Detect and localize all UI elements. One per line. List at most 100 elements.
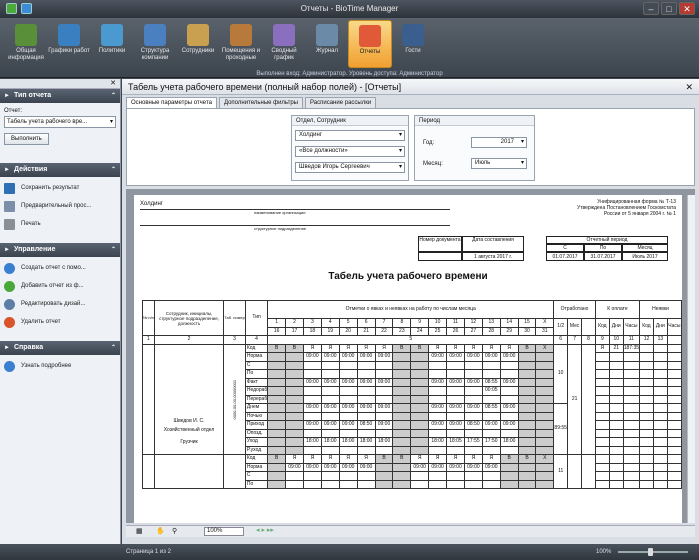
collapse-icon[interactable]: ⌃	[111, 89, 116, 103]
day-value: В	[267, 343, 287, 353]
report-type-header[interactable]: ► Тип отчета ⌃	[0, 89, 120, 103]
create-report-item[interactable]: Создать отчет с помо...	[4, 259, 116, 277]
hand-icon[interactable]: ✋	[156, 527, 165, 535]
position-select[interactable]: «Все должности»	[295, 146, 405, 157]
ribbon-item-3[interactable]: Структура компании	[133, 20, 177, 68]
day-value: 09:00	[374, 403, 394, 413]
tab-extra-filters[interactable]: Дополнительные фильтры	[218, 97, 303, 108]
vertical-scrollbar[interactable]	[687, 195, 695, 523]
zoom-slider[interactable]	[618, 551, 688, 553]
collapse-icon[interactable]: ⌃	[111, 163, 116, 177]
day-value	[499, 471, 519, 481]
actions-header[interactable]: ► Действия ⌃	[0, 163, 120, 177]
minimize-button[interactable]: –	[643, 2, 659, 15]
table-cell	[622, 403, 641, 413]
ribbon-item-8[interactable]: Отчеты	[348, 20, 392, 68]
row-type: Недораб	[244, 386, 269, 396]
day-value: Я	[374, 343, 394, 353]
day-value	[374, 394, 394, 404]
table-cell	[594, 360, 610, 370]
day-value: 09:00	[446, 403, 465, 413]
day-value	[285, 445, 304, 455]
ribbon-item-0[interactable]: Общая информация	[4, 20, 48, 68]
year-stepper[interactable]: 2017	[471, 137, 527, 148]
day-value	[267, 360, 287, 370]
collapse-icon[interactable]: ⌃	[111, 243, 116, 257]
zoom-icon[interactable]: ⚲	[172, 527, 177, 535]
edit-design-item[interactable]: Редактировать дизай...	[4, 295, 116, 313]
company-select[interactable]: Холдинг	[295, 130, 405, 141]
ribbon-item-2[interactable]: Политики	[90, 20, 134, 68]
day-header: 13	[481, 318, 501, 328]
day-value	[481, 479, 501, 489]
maximize-button[interactable]: □	[661, 2, 677, 15]
org-caption: наименование организации	[254, 210, 306, 215]
add-report-item[interactable]: Добавить отчет из ф...	[4, 277, 116, 295]
quick-access-icon[interactable]	[21, 3, 32, 14]
report-select[interactable]: Табель учета рабочего вре...	[4, 116, 116, 128]
ribbon-icon-4	[187, 24, 209, 46]
delete-report-item[interactable]: Удалить отчет	[4, 313, 116, 331]
ribbon-icon-2	[101, 24, 123, 46]
employee-select[interactable]: Шведов Игорь Сергеевич	[295, 162, 405, 173]
ribbon-item-7[interactable]: Журнал	[305, 20, 349, 68]
table-cell	[594, 386, 610, 396]
table-cell	[594, 454, 610, 464]
ribbon-item-6[interactable]: Сводный график	[262, 20, 306, 68]
preview-item[interactable]: Предварительный прос...	[4, 197, 116, 215]
tab-schedule[interactable]: Расписание рассылки	[304, 97, 377, 108]
help-header[interactable]: ► Справка ⌃	[0, 341, 120, 355]
ribbon-item-5[interactable]: Помещения и проходные	[219, 20, 263, 68]
row-type: Днем	[244, 403, 269, 413]
zoom-level: 100%	[596, 549, 612, 555]
print-item[interactable]: Печать	[4, 215, 116, 233]
day-header: 11	[446, 318, 465, 328]
day-value	[463, 369, 483, 379]
doc-date-header: Дата составления	[462, 236, 524, 252]
table-cell	[666, 411, 683, 421]
panel-close-icon[interactable]: ✕	[110, 79, 116, 87]
day-header: 12	[463, 318, 483, 328]
month-label: Месяц:	[423, 161, 443, 167]
collapse-icon[interactable]: ⌃	[111, 341, 116, 355]
close-button[interactable]: ✕	[679, 2, 695, 15]
close-doc-icon[interactable]: ✕	[685, 79, 693, 95]
ribbon-item-4[interactable]: Сотрудники	[176, 20, 220, 68]
save-result-item[interactable]: Сохранить результат	[4, 179, 116, 197]
month-select[interactable]: Июль	[471, 158, 527, 169]
zoom-select[interactable]: 100%	[204, 527, 244, 536]
zoom-slider-thumb[interactable]	[648, 548, 653, 556]
ribbon-item-9[interactable]: Гости	[391, 20, 435, 68]
nav-icons[interactable]: ◂ ▸ ▸▸	[256, 526, 274, 534]
day-value	[463, 445, 483, 455]
table-cell	[581, 454, 596, 489]
table-cell	[622, 437, 641, 447]
delete-icon	[4, 316, 15, 328]
day-value	[535, 445, 555, 455]
day-value	[267, 377, 287, 387]
preview-icon	[4, 200, 15, 212]
ribbon-icon-1	[58, 24, 80, 46]
pages-icon[interactable]: ▦	[136, 527, 143, 535]
table-cell	[666, 394, 683, 404]
day-value: 08:50	[356, 420, 376, 430]
worked-half: 10	[553, 343, 569, 404]
table-cell	[666, 479, 683, 489]
day-value: В	[392, 454, 412, 464]
day-value	[481, 471, 501, 481]
table-cell	[622, 386, 641, 396]
learn-more-item[interactable]: Узнать подробнее	[4, 357, 116, 375]
header-month: Мес	[567, 318, 583, 336]
execute-button[interactable]: Выполнить	[4, 133, 49, 145]
day-value	[446, 445, 465, 455]
tab-main-params[interactable]: Основные параметры отчета	[126, 97, 217, 108]
ribbon-label: Гости	[405, 48, 421, 54]
day-value: 09:00	[285, 462, 304, 472]
arrow-icon: ►	[4, 345, 10, 351]
manage-header[interactable]: ► Управление ⌃	[0, 243, 120, 257]
day-value: 09:00	[338, 403, 358, 413]
day-value	[338, 369, 358, 379]
day-header: Х	[535, 318, 555, 328]
day-value	[302, 479, 322, 489]
ribbon-item-1[interactable]: Графики работ	[47, 20, 91, 68]
